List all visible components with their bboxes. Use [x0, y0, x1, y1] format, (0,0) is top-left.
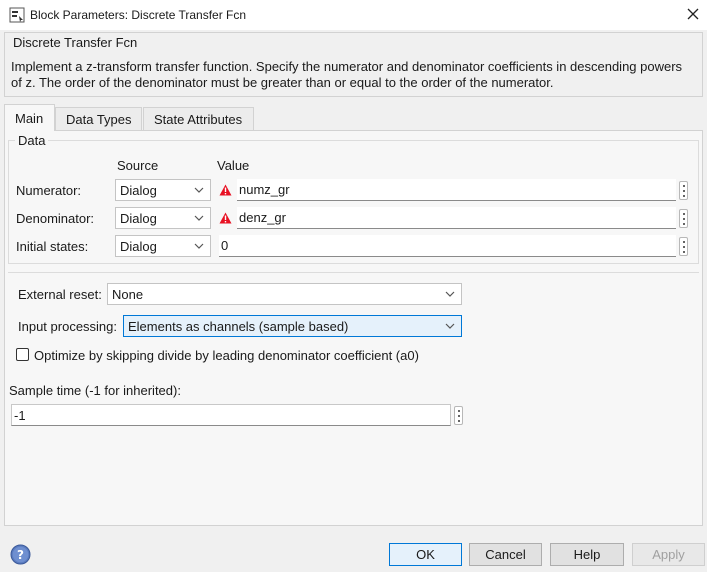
external-reset-dropdown[interactable]: None	[107, 283, 462, 305]
input-processing-dropdown[interactable]: Elements as channels (sample based)	[123, 315, 462, 337]
tab-state-attributes-label: State Attributes	[154, 112, 243, 127]
chevron-down-icon	[194, 243, 204, 249]
denominator-field[interactable]: denz_gr	[237, 207, 676, 229]
sample-time-field[interactable]: -1	[11, 404, 451, 426]
tab-state-attributes[interactable]: State Attributes	[143, 107, 254, 131]
description-text: Implement a z-transform transfer functio…	[11, 59, 683, 90]
source-column-header: Source	[117, 158, 159, 173]
initial-states-source-value: Dialog	[120, 239, 157, 254]
data-legend: Data	[15, 133, 49, 148]
warning-icon	[219, 184, 232, 196]
chevron-down-icon	[445, 323, 455, 329]
numerator-source-value: Dialog	[120, 183, 157, 198]
sample-time-more-icon[interactable]	[454, 406, 463, 425]
external-reset-label: External reset:	[18, 287, 102, 302]
warning-icon	[219, 212, 232, 224]
tab-data-types[interactable]: Data Types	[55, 107, 142, 131]
input-processing-value: Elements as channels (sample based)	[128, 319, 349, 334]
description-legend: Discrete Transfer Fcn	[13, 35, 138, 50]
value-column-header: Value	[217, 158, 250, 173]
sample-time-label: Sample time (-1 for inherited):	[9, 383, 181, 398]
close-icon[interactable]	[684, 5, 702, 23]
denominator-label: Denominator:	[16, 211, 95, 226]
tab-main[interactable]: Main	[4, 104, 55, 131]
input-processing-label: Input processing:	[18, 319, 118, 334]
external-reset-value: None	[112, 287, 144, 302]
tab-data-types-label: Data Types	[66, 112, 132, 127]
svg-text:?: ?	[17, 548, 24, 562]
apply-button[interactable]: Apply	[632, 543, 705, 566]
initial-states-more-icon[interactable]	[679, 237, 688, 256]
denominator-source-dropdown[interactable]: Dialog	[115, 207, 211, 229]
initial-states-field[interactable]: 0	[219, 235, 676, 257]
tab-main-label: Main	[15, 111, 44, 126]
numerator-source-dropdown[interactable]: Dialog	[115, 179, 211, 201]
block-params-icon	[9, 7, 25, 23]
initial-states-label: Initial states:	[16, 239, 89, 254]
chevron-down-icon	[194, 215, 204, 221]
numerator-label: Numerator:	[16, 183, 82, 198]
help-icon[interactable]: ?	[10, 544, 31, 565]
numerator-field[interactable]: numz_gr	[237, 179, 676, 201]
denominator-more-icon[interactable]	[679, 209, 688, 228]
chevron-down-icon	[194, 187, 204, 193]
cancel-button[interactable]: Cancel	[469, 543, 542, 566]
window-title: Block Parameters: Discrete Transfer Fcn	[30, 8, 247, 22]
initial-states-source-dropdown[interactable]: Dialog	[115, 235, 211, 257]
help-button[interactable]: Help	[550, 543, 624, 566]
optimize-checkbox[interactable]	[16, 348, 29, 361]
optimize-label: Optimize by skipping divide by leading d…	[34, 348, 419, 363]
denominator-source-value: Dialog	[120, 211, 157, 226]
ok-button[interactable]: OK	[389, 543, 462, 566]
chevron-down-icon	[445, 291, 455, 297]
numerator-more-icon[interactable]	[679, 181, 688, 200]
